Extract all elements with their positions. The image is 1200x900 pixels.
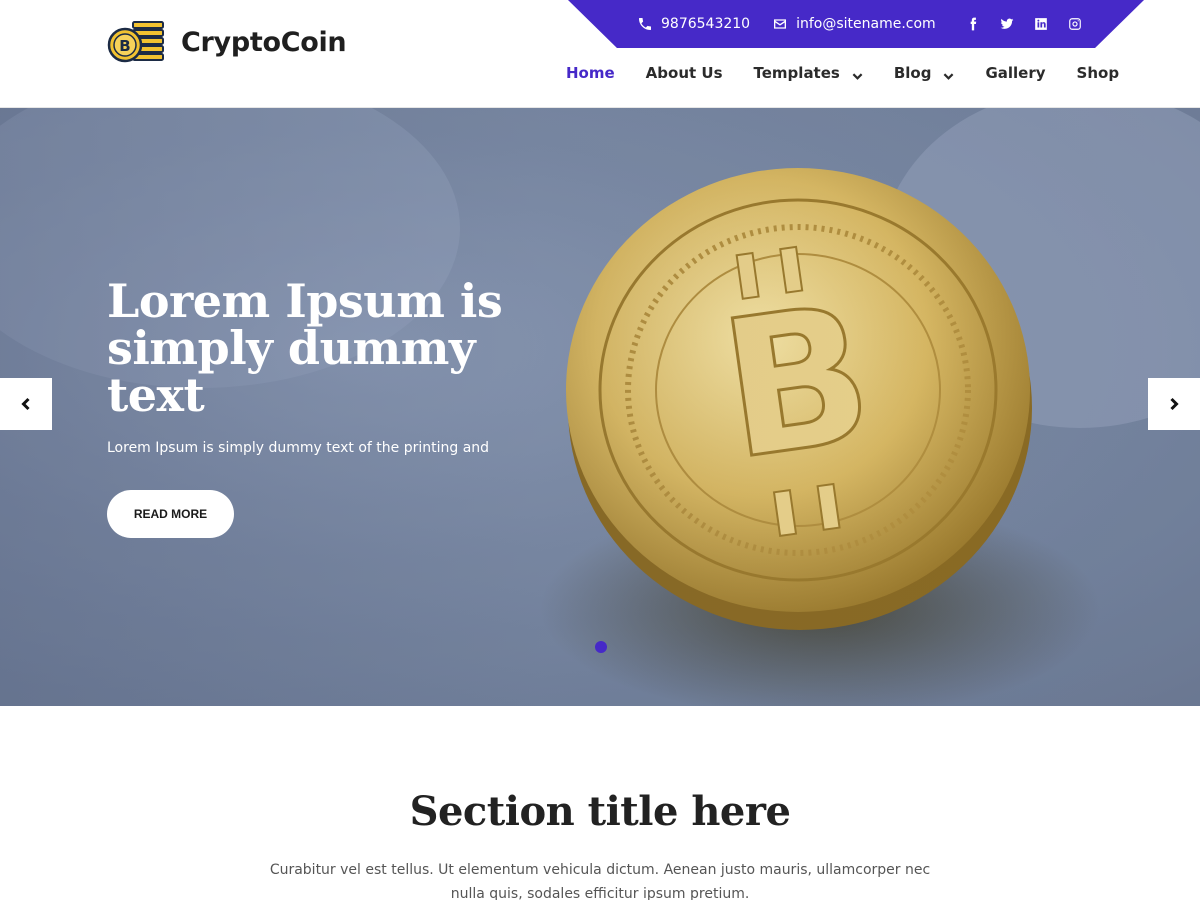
nav-item-about-us[interactable]: About Us [646, 64, 723, 82]
twitter-icon[interactable] [1000, 17, 1014, 31]
nav-item-gallery[interactable]: Gallery [985, 64, 1045, 82]
linkedin-icon[interactable] [1034, 17, 1048, 31]
hero-slider: B Lorem Ipsum is simply dummy text Lorem… [0, 108, 1200, 706]
nav-label: Blog [893, 64, 932, 82]
nav-label: Gallery [985, 64, 1046, 82]
nav-item-home[interactable]: Home [566, 64, 615, 82]
email-link[interactable]: info@sitename.com [772, 16, 936, 32]
facebook-icon[interactable] [966, 17, 980, 31]
svg-text:B: B [119, 37, 130, 55]
envelope-icon [774, 19, 787, 29]
phone-icon [639, 18, 651, 30]
nav-label: Shop [1076, 64, 1120, 82]
nav-item-blog[interactable]: Blog [894, 64, 955, 82]
chevron-left-icon [21, 397, 30, 411]
social-links [966, 17, 1082, 31]
site-header: B CryptoCoin 9876543210 info@sitename.co… [0, 0, 1200, 108]
slider-prev-button[interactable] [0, 378, 52, 430]
contact-bar-content: 9876543210 info@sitename.com [637, 0, 1082, 48]
nav-item-templates[interactable]: Templates [754, 64, 863, 82]
nav-label: Templates [753, 64, 840, 82]
section-text: Curabitur vel est tellus. Ut elementum v… [269, 862, 931, 900]
hero-subtitle: Lorem Ipsum is simply dummy text of the … [107, 440, 490, 456]
nav-label: Home [566, 64, 615, 82]
nav-label: About Us [645, 64, 723, 82]
slider-dot[interactable] [595, 641, 607, 653]
email-address: info@sitename.com [796, 16, 936, 32]
logo[interactable]: B CryptoCoin [107, 18, 347, 66]
section-title: Section title here [409, 788, 791, 835]
main-nav: Home About Us Templates Blog Gallery Sho… [566, 62, 1119, 84]
read-more-button[interactable]: READ MORE [107, 490, 234, 538]
chevron-down-icon[interactable] [943, 68, 954, 80]
nav-item-shop[interactable]: Shop [1077, 64, 1120, 82]
coin-stack-logo-icon: B [107, 21, 164, 63]
slider-next-button[interactable] [1148, 378, 1200, 430]
chevron-down-icon[interactable] [852, 68, 863, 80]
hero-title: Lorem Ipsum is simply dummy text [107, 274, 503, 422]
phone-number: 9876543210 [661, 16, 751, 32]
chevron-right-icon [1170, 397, 1179, 411]
instagram-icon[interactable] [1068, 17, 1082, 31]
phone-link[interactable]: 9876543210 [637, 16, 750, 32]
brand-name: CryptoCoin [181, 26, 347, 58]
